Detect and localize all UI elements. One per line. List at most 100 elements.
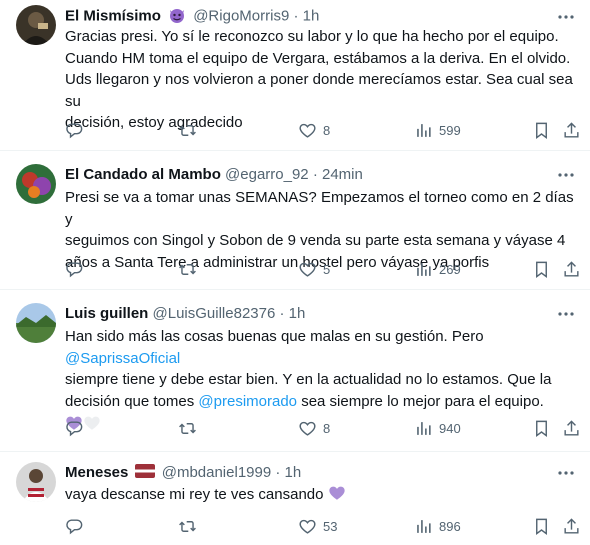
like-count: 5 xyxy=(323,261,331,277)
display-name[interactable]: El Candado al Mambo xyxy=(65,166,221,183)
retweet-icon xyxy=(179,422,196,434)
tweet-line: Uds llegaron y nos volvieron a poner don… xyxy=(65,71,573,110)
tweet[interactable]: El Mismísimo @RigoMorris9 · 1h Gracias p… xyxy=(0,0,590,151)
avatar[interactable] xyxy=(16,303,56,343)
view-count: 940 xyxy=(439,420,461,436)
views-button[interactable]: 599 xyxy=(414,119,461,141)
tweet-line: siempre tiene y debe estar bien. Y en la… xyxy=(65,371,552,388)
mention-link[interactable]: @presimorado xyxy=(198,393,297,410)
share-icon xyxy=(564,419,579,436)
reply-icon xyxy=(66,420,83,436)
views-button[interactable]: 940 xyxy=(414,417,461,439)
action-bar: 8 599 xyxy=(65,119,585,141)
tweet-header: Luis guillen @LuisGuille82376 · 1h xyxy=(65,304,305,324)
view-count: 269 xyxy=(439,261,461,277)
bookmark-icon xyxy=(536,122,547,139)
tweet-line: Cuando HM toma el equipo de Vergara, est… xyxy=(65,49,571,67)
like-count: 8 xyxy=(323,420,331,436)
reply-button[interactable] xyxy=(65,417,84,439)
bookmark-button[interactable] xyxy=(532,258,551,280)
handle[interactable]: @mbdaniel1999 xyxy=(162,464,271,481)
tweet[interactable]: El Candado al Mambo @egarro_92 · 24min P… xyxy=(0,151,590,290)
retweet-icon xyxy=(179,124,196,136)
retweet-button[interactable] xyxy=(178,515,197,537)
timestamp[interactable]: 1h xyxy=(289,305,306,322)
timestamp[interactable]: 1h xyxy=(285,464,302,481)
retweet-button[interactable] xyxy=(178,258,197,280)
share-button[interactable] xyxy=(562,119,581,141)
bookmark-button[interactable] xyxy=(532,515,551,537)
views-icon xyxy=(417,421,431,435)
tweet-line: decisión que tomes @presimorado sea siem… xyxy=(65,391,585,413)
views-button[interactable]: 269 xyxy=(414,258,461,280)
display-name[interactable]: Meneses xyxy=(65,464,128,481)
bookmark-icon xyxy=(536,261,547,278)
heart-icon xyxy=(299,262,316,277)
mention-link[interactable]: @SaprissaOficial xyxy=(65,350,180,367)
reply-icon xyxy=(66,122,83,138)
reply-icon xyxy=(66,518,83,534)
display-name[interactable]: El Mismísimo xyxy=(65,7,161,24)
bookmark-button[interactable] xyxy=(532,119,551,141)
handle[interactable]: @egarro_92 xyxy=(225,166,309,183)
more-options-icon[interactable] xyxy=(556,7,576,27)
avatar[interactable] xyxy=(16,164,56,204)
latvia-flag-icon xyxy=(134,463,155,483)
purple-heart-icon xyxy=(328,484,346,506)
separator: · xyxy=(312,166,318,183)
text-segment: decisión que tomes xyxy=(65,392,199,410)
more-options-icon[interactable] xyxy=(556,165,576,185)
like-count: 8 xyxy=(323,122,331,138)
avatar[interactable] xyxy=(16,462,56,502)
bookmark-button[interactable] xyxy=(532,417,551,439)
tweet-text: vaya descanse mi rey te ves cansando xyxy=(65,484,585,506)
more-options-icon[interactable] xyxy=(556,463,576,483)
tweet-header: El Mismísimo @RigoMorris9 · 1h xyxy=(65,6,319,27)
like-button[interactable]: 8 xyxy=(298,119,330,141)
tweet[interactable]: Luis guillen @LuisGuille82376 · 1h Han s… xyxy=(0,290,590,452)
share-button[interactable] xyxy=(562,417,581,439)
share-button[interactable] xyxy=(562,515,581,537)
action-bar: 5 269 xyxy=(65,258,585,280)
views-icon xyxy=(417,519,431,533)
heart-icon xyxy=(299,123,316,138)
reply-button[interactable] xyxy=(65,515,84,537)
handle[interactable]: @RigoMorris9 xyxy=(193,7,289,24)
reply-button[interactable] xyxy=(65,119,84,141)
reply-icon xyxy=(66,261,83,277)
like-button[interactable]: 5 xyxy=(298,258,330,280)
share-icon xyxy=(564,121,579,138)
timestamp[interactable]: 24min xyxy=(322,166,363,183)
avatar[interactable] xyxy=(16,5,56,45)
reply-button[interactable] xyxy=(65,258,84,280)
more-options-icon[interactable] xyxy=(556,304,576,324)
text-segment: Han sido más las cosas buenas que malas … xyxy=(65,328,484,345)
like-button[interactable]: 8 xyxy=(298,417,330,439)
bookmark-icon xyxy=(536,518,547,535)
like-button[interactable]: 53 xyxy=(298,515,337,537)
retweet-button[interactable] xyxy=(178,119,197,141)
like-count: 53 xyxy=(323,518,338,534)
retweet-button[interactable] xyxy=(178,417,197,439)
views-button[interactable]: 896 xyxy=(414,515,461,537)
action-bar: 8 940 xyxy=(65,417,585,439)
text-segment: sea siempre lo mejor para el equipo. xyxy=(297,392,544,410)
tweet-header: Meneses @mbdaniel1999 · 1h xyxy=(65,463,301,483)
view-count: 599 xyxy=(439,122,461,138)
heart-icon xyxy=(299,519,316,534)
tweet[interactable]: Meneses @mbdaniel1999 · 1h vaya descanse… xyxy=(0,452,590,545)
tweet-header: El Candado al Mambo @egarro_92 · 24min xyxy=(65,165,363,185)
views-icon xyxy=(417,123,431,137)
share-icon xyxy=(564,260,579,277)
retweet-icon xyxy=(179,520,196,532)
heart-icon xyxy=(299,421,316,436)
separator: · xyxy=(275,464,281,481)
separator: · xyxy=(293,7,299,25)
devil-emoji-icon xyxy=(168,6,186,27)
views-icon xyxy=(417,262,431,276)
share-button[interactable] xyxy=(562,258,581,280)
timestamp[interactable]: 1h xyxy=(303,7,320,24)
display-name[interactable]: Luis guillen xyxy=(65,305,148,322)
tweet-line: Han sido más las cosas buenas que malas … xyxy=(65,326,585,369)
handle[interactable]: @LuisGuille82376 xyxy=(153,305,276,322)
